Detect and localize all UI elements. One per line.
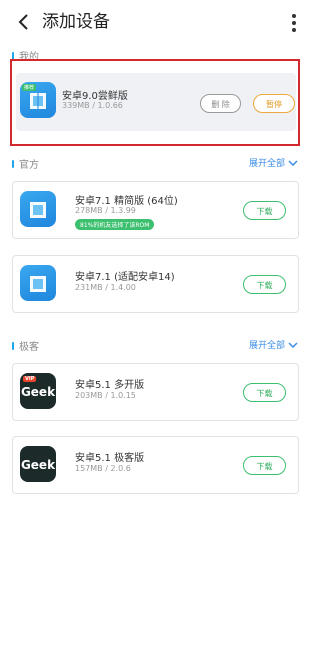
device-name: 安卓5.1 多开版 (75, 380, 145, 391)
section-official-text: 官方 (19, 160, 39, 171)
delete-button[interactable]: 删 除 (200, 94, 241, 113)
popularity-tag: 81%的机友选择了该ROM (75, 219, 155, 230)
my-device-card[interactable]: 推荐 安卓9.0尝鲜版 339MB / 1.0.66 删 除 暂停 (16, 73, 296, 131)
section-geek-label: 极客 (12, 338, 39, 353)
device-meta: 339MB / 1.0.66 (62, 101, 123, 110)
page-title: 添加设备 (42, 12, 110, 32)
download-button[interactable]: 下载 (243, 275, 286, 294)
vip-badge: VIP (23, 376, 37, 382)
cube-shape (30, 202, 46, 218)
download-button[interactable]: 下载 (243, 456, 286, 475)
device-meta: 231MB / 1.4.00 (75, 283, 136, 292)
cube-shape (30, 276, 46, 292)
section-marker (12, 341, 14, 350)
expand-all-geek[interactable]: 展开全部 (249, 338, 298, 351)
device-meta: 157MB / 2.0.6 (75, 464, 131, 473)
device-name: 安卓7.1 (适配安卓14) (75, 272, 175, 283)
list-item[interactable]: 安卓7.1 (适配安卓14) 231MB / 1.4.00 下载 (12, 255, 299, 313)
list-item[interactable]: 安卓7.1 精简版 (64位) 278MB / 1.3.99 81%的机友选择了… (12, 181, 299, 239)
android-cube-icon (20, 191, 56, 227)
geek-logo-text: Geek (20, 458, 56, 472)
expand-label: 展开全部 (248, 159, 285, 169)
device-meta: 203MB / 1.0.15 (75, 391, 136, 400)
geek-logo-icon: VIP Geek (20, 373, 56, 409)
android-cube-icon (20, 265, 56, 301)
chevron-down-icon (288, 341, 298, 348)
chevron-down-icon (288, 159, 298, 166)
download-button[interactable]: 下载 (243, 201, 286, 220)
geek-logo-text: Geek (20, 385, 56, 399)
expand-all-official[interactable]: 展开全部 (249, 156, 298, 169)
pause-button[interactable]: 暂停 (253, 94, 295, 113)
more-vertical-icon[interactable] (290, 12, 298, 34)
chevron-left-icon[interactable] (14, 11, 34, 33)
geek-logo-icon: Geek (20, 446, 56, 482)
device-name: 安卓7.1 精简版 (64位) (75, 196, 178, 207)
section-official-label: 官方 (12, 156, 39, 171)
recommend-badge: 推荐 (22, 84, 37, 91)
download-button[interactable]: 下载 (243, 383, 286, 402)
expand-label: 展开全部 (248, 341, 285, 351)
device-name: 安卓5.1 极客版 (75, 453, 145, 464)
android-cube-icon: 推荐 (20, 82, 56, 118)
section-geek-text: 极客 (19, 342, 39, 353)
list-item[interactable]: VIP Geek 安卓5.1 多开版 203MB / 1.0.15 下载 (12, 363, 299, 421)
top-bar: 添加设备 (0, 0, 312, 44)
device-name: 安卓9.0尝鲜版 (62, 91, 128, 102)
device-meta: 278MB / 1.3.99 (75, 206, 136, 215)
section-marker (12, 159, 14, 168)
list-item[interactable]: Geek 安卓5.1 极客版 157MB / 2.0.6 下载 (12, 436, 299, 494)
